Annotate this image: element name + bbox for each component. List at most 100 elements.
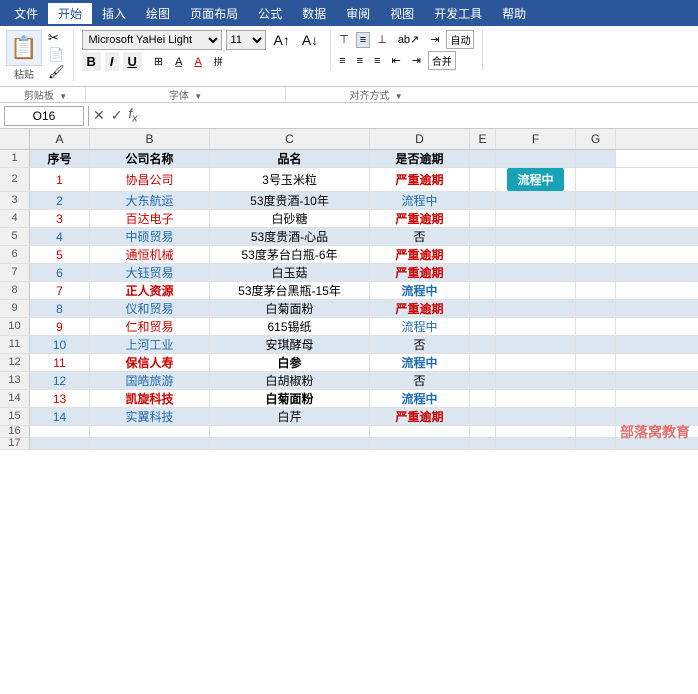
- menu-item-开发工具[interactable]: 开发工具: [424, 3, 492, 24]
- cell-d-13[interactable]: 否: [370, 372, 470, 389]
- col-header-b[interactable]: B: [90, 129, 210, 149]
- decrease-indent-icon[interactable]: ⇤: [387, 52, 404, 69]
- formula-input[interactable]: [142, 106, 694, 126]
- cell-c-5[interactable]: 53度贵酒-心品: [210, 228, 370, 245]
- menu-item-帮助[interactable]: 帮助: [492, 3, 536, 24]
- align-expand-icon[interactable]: ▼: [395, 92, 403, 101]
- menu-item-视图[interactable]: 视图: [380, 3, 424, 24]
- cell-b-15[interactable]: 实翼科技: [90, 408, 210, 425]
- font-expand-icon[interactable]: ▼: [194, 92, 202, 101]
- cell-17-d[interactable]: [370, 438, 470, 449]
- menu-item-插入[interactable]: 插入: [92, 3, 136, 24]
- merge-label[interactable]: 合并: [428, 51, 456, 70]
- menu-item-开始[interactable]: 开始: [48, 3, 92, 24]
- cell-b-3[interactable]: 大东航运: [90, 192, 210, 209]
- menu-item-文件[interactable]: 文件: [4, 3, 48, 24]
- underline-button[interactable]: U: [123, 52, 142, 71]
- cell-a-5[interactable]: 4: [30, 228, 90, 245]
- cell-17-b[interactable]: [90, 438, 210, 449]
- pinyin-icon[interactable]: 拼: [210, 53, 227, 70]
- cell-d-3[interactable]: 流程中: [370, 192, 470, 209]
- cell-c-7[interactable]: 白玉菇: [210, 264, 370, 281]
- cell-a-11[interactable]: 10: [30, 336, 90, 353]
- indent-icon[interactable]: ⇥: [426, 31, 443, 48]
- cell-a-15[interactable]: 14: [30, 408, 90, 425]
- insert-function-icon[interactable]: fx: [128, 106, 137, 125]
- cancel-formula-icon[interactable]: ✕: [93, 107, 105, 124]
- cell-a-2[interactable]: 1: [30, 168, 90, 191]
- cell-b-13[interactable]: 国皓旅游: [90, 372, 210, 389]
- paste-button[interactable]: 📋: [6, 30, 42, 66]
- cell-d-12[interactable]: 流程中: [370, 354, 470, 371]
- col-header-a[interactable]: A: [30, 129, 90, 149]
- cell-b-10[interactable]: 仁和贸易: [90, 318, 210, 335]
- cell-d-4[interactable]: 严重逾期: [370, 210, 470, 227]
- italic-button[interactable]: I: [105, 52, 119, 71]
- bottom-align-icon[interactable]: ⊥: [373, 31, 391, 48]
- col-header-d[interactable]: D: [370, 129, 470, 149]
- menu-item-页面布局[interactable]: 页面布局: [180, 3, 248, 24]
- cell-c-10[interactable]: 615锡纸: [210, 318, 370, 335]
- cell-b-12[interactable]: 保信人寿: [90, 354, 210, 371]
- cell-c-14[interactable]: 白菊面粉: [210, 390, 370, 407]
- cell-c-15[interactable]: 白芹: [210, 408, 370, 425]
- cell-d-15[interactable]: 严重逾期: [370, 408, 470, 425]
- orientation-icon[interactable]: ab↗: [394, 31, 423, 48]
- fill-color-icon[interactable]: A̲: [171, 54, 186, 70]
- cell-b-6[interactable]: 通恒机械: [90, 246, 210, 263]
- header-cell-c[interactable]: 品名: [210, 150, 370, 167]
- col-header-e[interactable]: E: [470, 129, 496, 149]
- center-align-icon[interactable]: ≡: [353, 53, 367, 69]
- cell-c-3[interactable]: 53度贵酒-10年: [210, 192, 370, 209]
- cell-b-7[interactable]: 大钰贸易: [90, 264, 210, 281]
- col-header-f[interactable]: F: [496, 129, 576, 149]
- cell-b-2[interactable]: 协昌公司: [90, 168, 210, 191]
- menu-item-审阅[interactable]: 审阅: [336, 3, 380, 24]
- cell-a-6[interactable]: 5: [30, 246, 90, 263]
- cell-c-4[interactable]: 白砂糖: [210, 210, 370, 227]
- auto-wrap-label[interactable]: 自动: [446, 30, 474, 49]
- bold-button[interactable]: B: [82, 52, 101, 71]
- increase-indent-icon[interactable]: ⇥: [408, 52, 425, 69]
- cell-d-7[interactable]: 严重逾期: [370, 264, 470, 281]
- decrease-font-icon[interactable]: A↓: [298, 30, 322, 50]
- confirm-formula-icon[interactable]: ✓: [111, 107, 123, 124]
- cell-c-11[interactable]: 安琪酵母: [210, 336, 370, 353]
- cell-a-3[interactable]: 2: [30, 192, 90, 209]
- top-align-icon[interactable]: ⊤: [335, 31, 353, 48]
- menu-item-公式[interactable]: 公式: [248, 3, 292, 24]
- cell-b-11[interactable]: 上河工业: [90, 336, 210, 353]
- cell-d-10[interactable]: 流程中: [370, 318, 470, 335]
- cell-16-a[interactable]: [30, 426, 90, 437]
- cell-17-a[interactable]: [30, 438, 90, 449]
- cell-a-8[interactable]: 7: [30, 282, 90, 299]
- cell-d-2[interactable]: 严重逾期: [370, 168, 470, 191]
- cell-a-10[interactable]: 9: [30, 318, 90, 335]
- middle-align-icon[interactable]: ≡: [356, 32, 370, 48]
- header-cell-b[interactable]: 公司名称: [90, 150, 210, 167]
- cell-b-4[interactable]: 百达电子: [90, 210, 210, 227]
- cell-d-6[interactable]: 严重逾期: [370, 246, 470, 263]
- cell-a-13[interactable]: 12: [30, 372, 90, 389]
- copy-icon[interactable]: 📄: [48, 47, 65, 63]
- cell-a-12[interactable]: 11: [30, 354, 90, 371]
- left-align-icon[interactable]: ≡: [335, 53, 349, 69]
- cell-d-9[interactable]: 严重逾期: [370, 300, 470, 317]
- cell-16-d[interactable]: [370, 426, 470, 437]
- header-cell-d[interactable]: 是否逾期: [370, 150, 470, 167]
- border-icon[interactable]: ⊞: [150, 53, 167, 70]
- cell-c-12[interactable]: 白参: [210, 354, 370, 371]
- cell-c-13[interactable]: 白胡椒粉: [210, 372, 370, 389]
- menu-item-绘图[interactable]: 绘图: [136, 3, 180, 24]
- font-name-select[interactable]: Microsoft YaHei Light: [82, 30, 222, 50]
- col-header-c[interactable]: C: [210, 129, 370, 149]
- right-align-icon[interactable]: ≡: [370, 53, 384, 69]
- cell-d-11[interactable]: 否: [370, 336, 470, 353]
- cell-reference-input[interactable]: [4, 106, 84, 126]
- cell-c-9[interactable]: 白菊面粉: [210, 300, 370, 317]
- cell-d-14[interactable]: 流程中: [370, 390, 470, 407]
- font-color-icon[interactable]: A: [190, 54, 205, 70]
- cell-d-8[interactable]: 流程中: [370, 282, 470, 299]
- cell-d-5[interactable]: 否: [370, 228, 470, 245]
- cut-icon[interactable]: ✂: [48, 30, 65, 46]
